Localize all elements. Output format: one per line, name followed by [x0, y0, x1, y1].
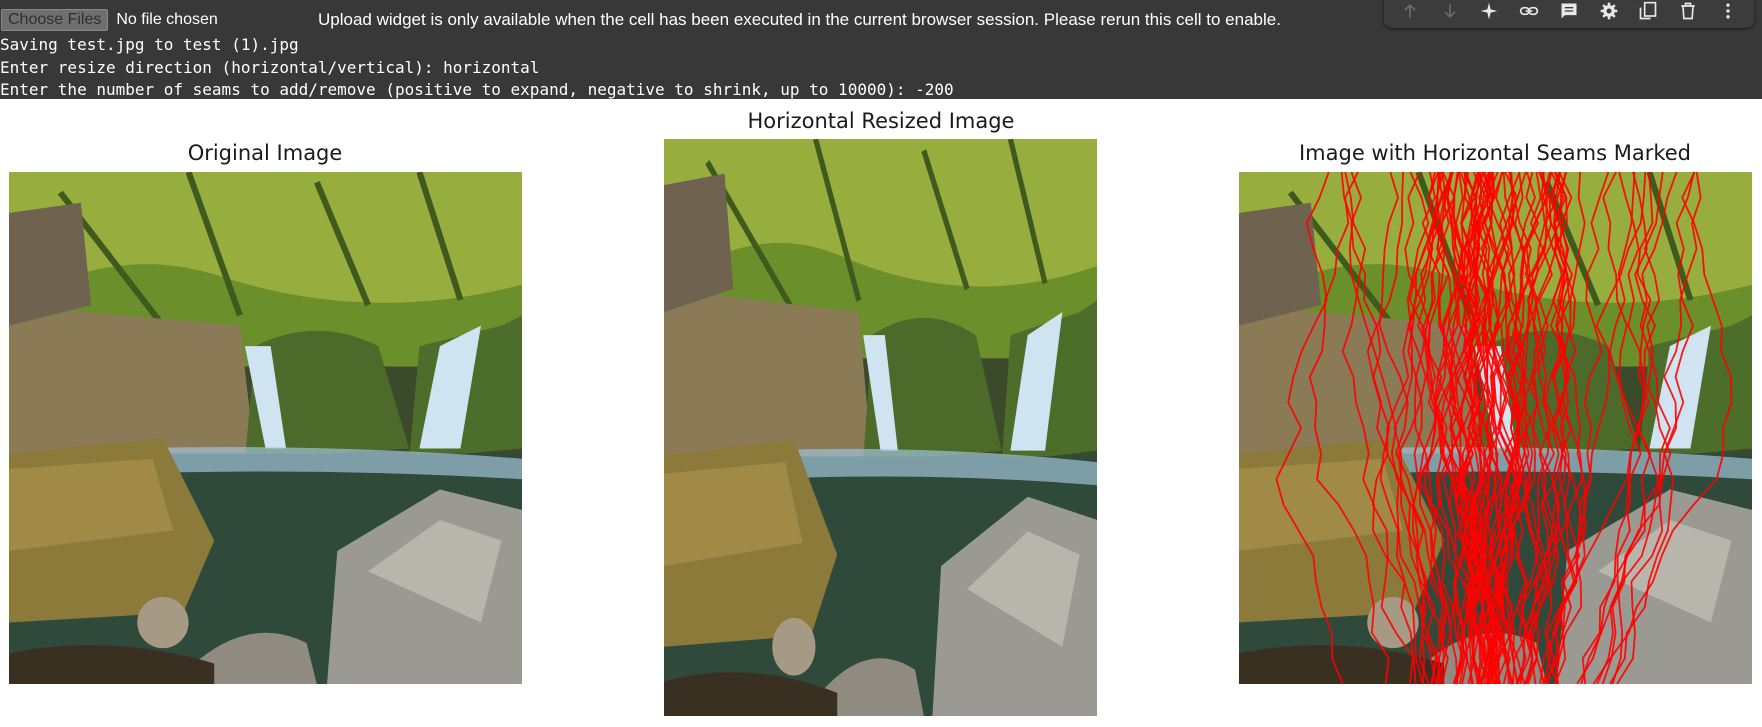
- original-image-title: Original Image: [187, 141, 343, 165]
- seam-line: [1601, 172, 1702, 684]
- upload-widget: Choose Files No file chosen: [0, 8, 218, 32]
- seam-line: [1592, 172, 1733, 684]
- link-icon[interactable]: [1517, 0, 1541, 23]
- arrow-up-icon[interactable]: [1398, 0, 1422, 23]
- arrow-down-icon[interactable]: [1438, 0, 1462, 23]
- upload-unavailable-message: Upload widget is only available when the…: [318, 10, 1281, 29]
- console-output: Saving test.jpg to test (1).jpg Enter res…: [0, 34, 954, 102]
- file-status-text: No file chosen: [116, 11, 218, 28]
- gear-icon[interactable]: [1597, 0, 1621, 23]
- comment-icon[interactable]: [1557, 0, 1581, 23]
- seam-lines-overlay: [1275, 172, 1733, 684]
- cell-toolbar: [1384, 0, 1754, 28]
- choose-files-button[interactable]: Choose Files: [1, 9, 109, 31]
- cell-output-area: Choose Files No file chosen Upload widge…: [0, 0, 1762, 99]
- seams-image: [1239, 172, 1752, 684]
- seam-line: [1275, 172, 1344, 684]
- resized-image: [664, 139, 1097, 716]
- more-vert-icon[interactable]: [1716, 0, 1740, 23]
- console-line: Saving test.jpg to test (1).jpg: [0, 35, 299, 54]
- delete-icon[interactable]: [1676, 0, 1700, 23]
- waterfall-scene: [9, 172, 522, 684]
- waterfall-scene: [664, 139, 1097, 716]
- original-image: [9, 172, 522, 684]
- resized-image-title: Horizontal Resized Image: [747, 109, 1015, 133]
- console-line: Enter the number of seams to add/remove …: [0, 80, 954, 99]
- mirror-cell-icon[interactable]: [1636, 0, 1660, 23]
- seams-image-title: Image with Horizontal Seams Marked: [1298, 141, 1692, 165]
- seam-line: [1609, 172, 1695, 684]
- console-line: Enter resize direction (horizontal/verti…: [0, 57, 540, 77]
- sparkle-icon[interactable]: [1477, 0, 1501, 23]
